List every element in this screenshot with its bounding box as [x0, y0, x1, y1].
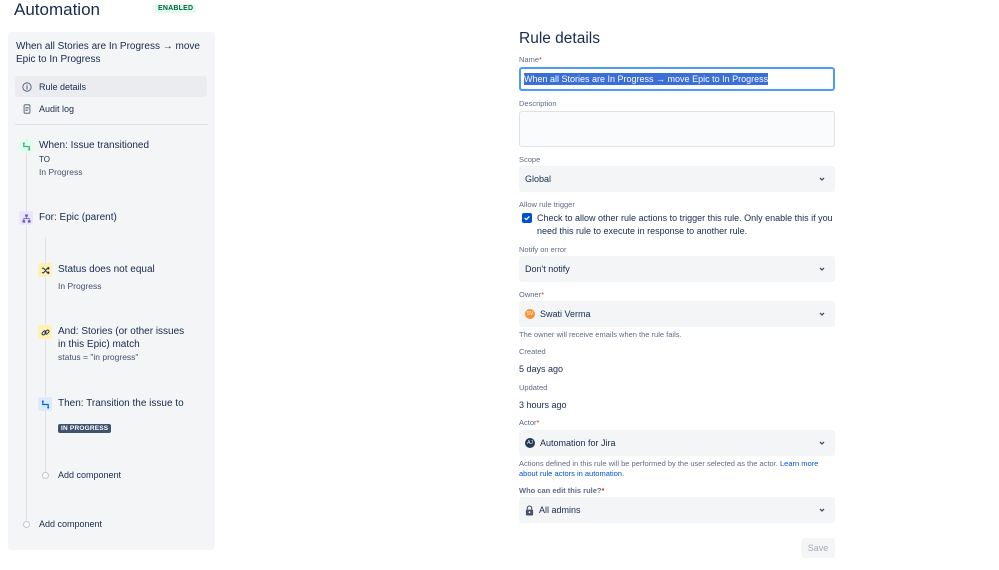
add-dot-icon — [42, 472, 49, 479]
trigger-title[interactable]: When: Issue transitioned — [39, 139, 149, 152]
condition-jql-title[interactable]: And: Stories (or other issues in this Ep… — [58, 325, 193, 351]
owner-value: Swati Verma — [540, 309, 591, 319]
owner-helper: The owner will receive emails when the r… — [519, 330, 682, 339]
condition-status-title[interactable]: Status does not equal — [58, 263, 155, 276]
avatar: SV — [525, 309, 535, 319]
connector-line — [26, 225, 27, 521]
name-value: When all Stories are In Progress → move … — [524, 73, 769, 85]
check-icon — [524, 215, 530, 221]
status-lozenge: IN PROGRESS — [58, 424, 112, 433]
name-field[interactable]: When all Stories are In Progress → move … — [519, 67, 835, 91]
condition-status-detail: In Progress — [58, 281, 102, 291]
hierarchy-icon — [19, 211, 33, 225]
actor-value: Automation for Jira — [540, 438, 616, 448]
description-field[interactable] — [519, 111, 835, 147]
updated-label: Updated — [519, 383, 548, 392]
sidebar-item-label: Audit log — [39, 103, 75, 114]
add-dot-icon — [23, 521, 30, 528]
actor-label: Actor* — [519, 418, 540, 427]
scope-select[interactable]: Global — [519, 166, 835, 192]
form-heading: Rule details — [519, 30, 600, 47]
created-value: 5 days ago — [519, 364, 564, 374]
transition-icon — [38, 397, 52, 411]
owner-label: Owner* — [519, 290, 545, 299]
actor-helper: Actions defined in this rule will be per… — [519, 459, 819, 478]
shuffle-icon — [38, 263, 52, 277]
trigger-detail: In Progress — [39, 167, 83, 177]
allow-trigger-label: Allow rule trigger — [519, 200, 575, 209]
chevron-down-icon — [819, 312, 825, 316]
trigger-transition-icon — [19, 139, 33, 153]
connector-line — [45, 237, 46, 263]
action-title[interactable]: Then: Transition the issue to — [58, 397, 193, 410]
add-component-button[interactable]: Add component — [39, 519, 102, 529]
name-label: Name* — [519, 55, 542, 64]
who-can-edit-select[interactable]: All admins — [519, 497, 835, 523]
created-label: Created — [519, 347, 546, 356]
status-badge: ENABLED — [155, 4, 197, 13]
document-icon — [21, 103, 33, 115]
connector-line — [45, 411, 46, 472]
chevron-down-icon — [819, 267, 825, 271]
trigger-to-label: TO — [39, 155, 50, 164]
add-component-branch-button[interactable]: Add component — [58, 470, 121, 480]
allow-trigger-text: Check to allow other rule actions to tri… — [537, 213, 833, 236]
save-button[interactable]: Save — [801, 538, 835, 558]
condition-jql-detail: status = "in progress" — [58, 352, 139, 362]
notify-label: Notify on error — [519, 245, 567, 254]
updated-value: 3 hours ago — [519, 400, 567, 410]
connector-line — [26, 153, 27, 211]
who-can-edit-label: Who can edit this rule?* — [519, 486, 605, 495]
info-icon — [21, 81, 33, 93]
rule-title: When all Stories are In Progress → move … — [16, 41, 200, 65]
notify-select[interactable]: Don't notify — [519, 256, 835, 282]
who-can-edit-value: All admins — [539, 505, 581, 515]
owner-select[interactable]: SV Swati Verma — [519, 301, 835, 327]
avatar: AJ — [525, 438, 535, 448]
scope-label: Scope — [519, 155, 541, 164]
lock-icon — [525, 504, 534, 516]
scope-value: Global — [525, 174, 552, 184]
divider — [15, 124, 208, 125]
link-icon — [38, 325, 52, 339]
connector-line — [45, 278, 46, 324]
chevron-down-icon — [819, 508, 825, 512]
description-label: Description — [519, 99, 557, 108]
sidebar-item-rule-details[interactable]: Rule details — [15, 76, 207, 97]
chevron-down-icon — [819, 177, 825, 181]
connector-line — [45, 340, 46, 396]
allow-trigger-checkbox[interactable] — [522, 213, 532, 223]
notify-value: Don't notify — [525, 264, 570, 274]
sidebar-item-label: Rule details — [39, 81, 87, 92]
actor-select[interactable]: AJ Automation for Jira — [519, 430, 835, 456]
page-title: Automation — [14, 0, 100, 19]
chevron-down-icon — [819, 441, 825, 445]
sidebar-item-audit-log[interactable]: Audit log — [15, 98, 207, 119]
branch-title[interactable]: For: Epic (parent) — [39, 211, 117, 224]
